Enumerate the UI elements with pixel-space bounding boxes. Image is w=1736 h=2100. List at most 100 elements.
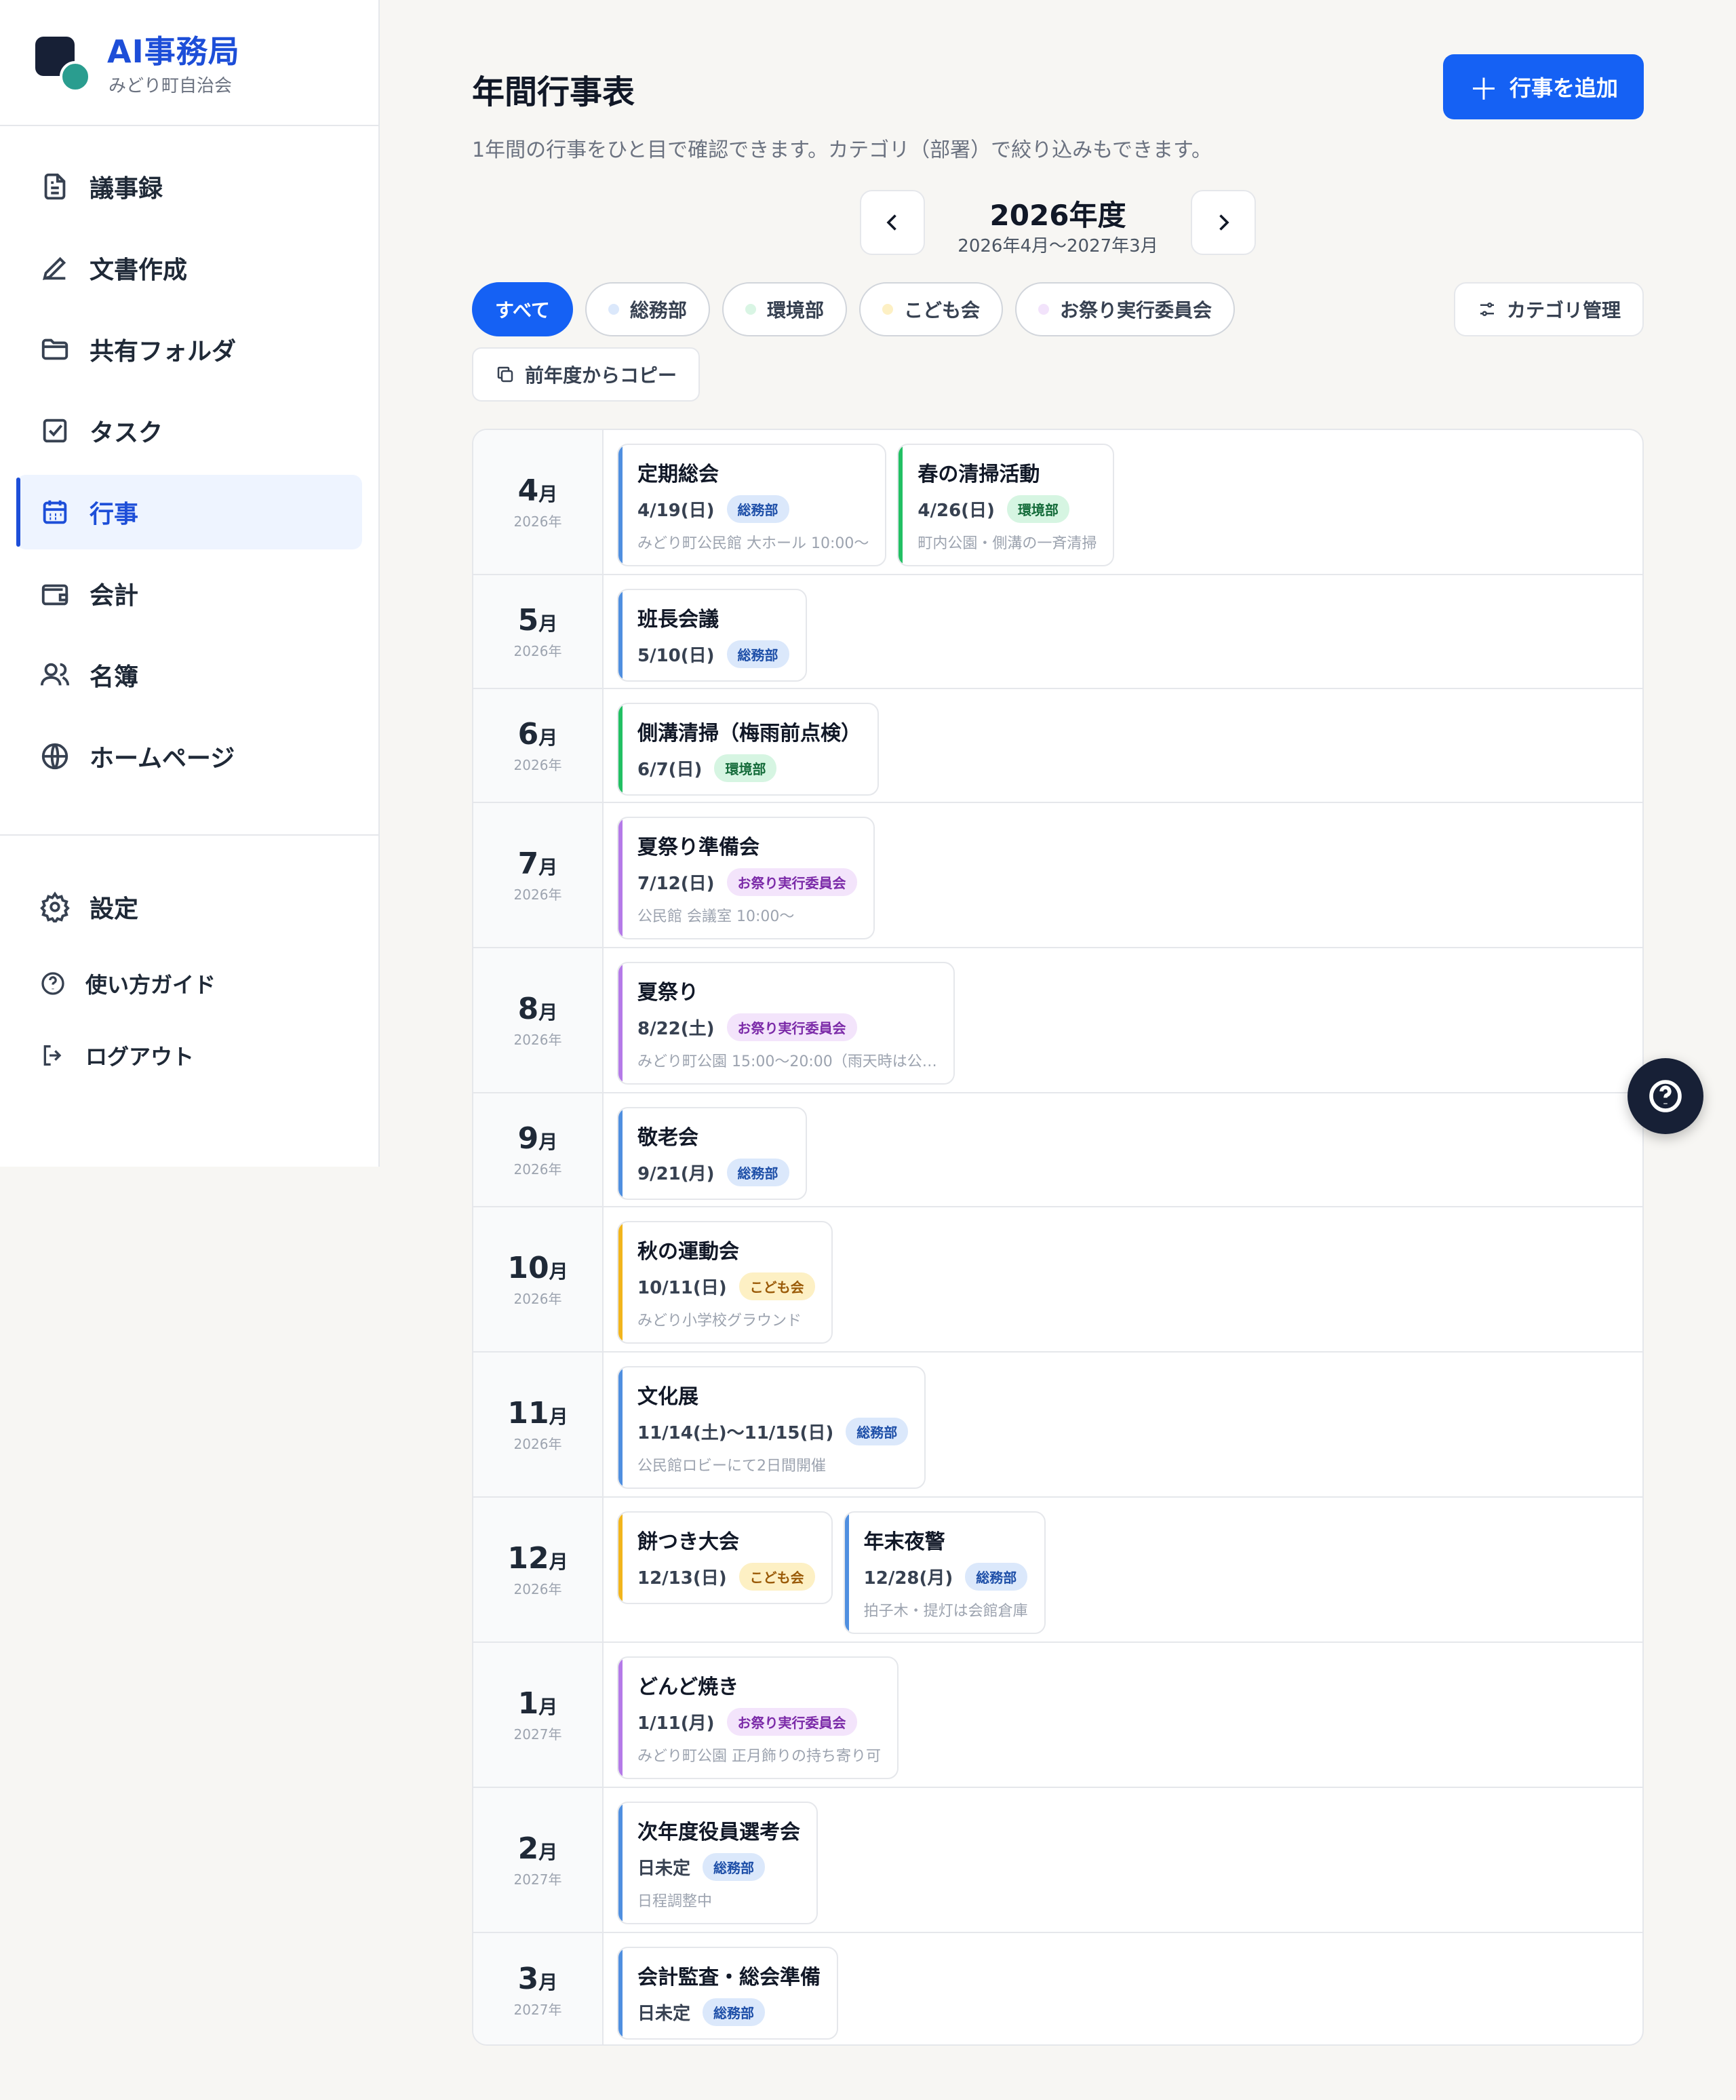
event-meta: 4/26(日) 環境部 [918, 495, 1097, 523]
sidebar-item-logout[interactable]: ログアウト [16, 1023, 362, 1088]
month-unit: 月 [538, 726, 558, 749]
event-card[interactable]: 夏祭り 8/22(土) お祭り実行委員会 みどり町公園 15:00〜20:00（雨天時… [617, 962, 955, 1085]
event-meta: 6/7(日) 環境部 [637, 754, 861, 782]
month-year: 2027年 [513, 1871, 562, 1888]
event-date: 6/7(日) [637, 760, 703, 780]
month-row: 10月 2026年 秋の運動会 10/11(日) こども会 みどり小学校グラウンド [473, 1207, 1642, 1353]
sidebar-item-settings[interactable]: 設定 [16, 870, 362, 944]
month-row: 7月 2026年 夏祭り準備会 7/12(日) お祭り実行委員会 公民館 会議室 10:0… [473, 803, 1642, 948]
month-unit: 月 [549, 1260, 568, 1283]
month-row: 11月 2026年 文化展 11/14(土)〜11/15(日) 総務部 公民館ロビーにて2… [473, 1353, 1642, 1498]
logout-icon [43, 1045, 62, 1066]
help-button[interactable] [1628, 1058, 1703, 1134]
next-year-button[interactable] [1191, 190, 1256, 255]
month-label: 4月 [518, 473, 558, 508]
copy-previous-year-button[interactable]: 前年度からコピー [472, 347, 700, 402]
month-year: 2026年 [513, 887, 562, 903]
category-badge: こども会 [738, 1563, 815, 1591]
category-badge: お祭り実行委員会 [726, 1013, 857, 1041]
copy-previous-year-label: 前年度からコピー [524, 364, 677, 387]
sidebar-item-guide[interactable]: 使い方ガイド [16, 951, 362, 1016]
month-year: 2027年 [513, 2002, 562, 2018]
month-row: 9月 2026年 敬老会 9/21(月) 総務部 [473, 1093, 1642, 1207]
month-number: 12 [507, 1541, 549, 1576]
month-events: 文化展 11/14(土)〜11/15(日) 総務部 公民館ロビーにて2日間開催 [604, 1353, 1642, 1496]
month-cell: 8月 2026年 [473, 948, 604, 1092]
event-card[interactable]: 会計監査・総会準備 日未定 総務部 [617, 1947, 838, 2040]
month-label: 1月 [518, 1686, 558, 1721]
document-icon [44, 173, 66, 200]
category-badge: 総務部 [726, 640, 789, 668]
event-date: 11/14(土)〜11/15(日) [637, 1423, 834, 1443]
sidebar-item-label: タスク [90, 419, 163, 447]
sidebar-item-tasks[interactable]: タスク [16, 393, 362, 468]
event-card[interactable]: 班長会議 5/10(日) 総務部 [617, 589, 807, 682]
event-card[interactable]: 側溝清掃（梅雨前点検） 6/7(日) 環境部 [617, 703, 879, 796]
month-year: 2026年 [513, 643, 562, 659]
event-card[interactable]: 夏祭り準備会 7/12(日) お祭り実行委員会 公民館 会議室 10:00〜 [617, 817, 875, 939]
month-year: 2026年 [513, 1291, 562, 1307]
month-cell: 11月 2026年 [473, 1353, 604, 1496]
month-row: 6月 2026年 側溝清掃（梅雨前点検） 6/7(日) 環境部 [473, 689, 1642, 803]
year-navigation: 2026年度 2026年4月〜2027年3月 [860, 190, 1256, 256]
event-title: 定期総会 [637, 463, 719, 486]
sidebar-nav: 議事録 文書作成 共有フォルダ タスク 行事 会計 名簿 ホームページ 設定 使… [0, 126, 378, 1088]
sidebar-item-label: 使い方ガイド [85, 972, 216, 998]
filter-chip-label: お祭り実行委員会 [1059, 299, 1212, 322]
sidebar-item-events[interactable]: 行事 [16, 475, 362, 549]
add-event-button[interactable]: ＋ 行事を追加 [1443, 54, 1644, 119]
month-row: 4月 2026年 定期総会 4/19(日) 総務部 みどり町公民館 大ホール 10:00〜… [473, 430, 1642, 575]
sidebar-bottom-section: 設定 使い方ガイド ログアウト [0, 834, 378, 1088]
category-badge: 総務部 [965, 1563, 1028, 1591]
sidebar-item-label: 文書作成 [90, 256, 188, 284]
month-cell: 3月 2027年 [473, 1933, 604, 2044]
month-cell: 7月 2026年 [473, 803, 604, 947]
event-title: 班長会議 [637, 608, 719, 631]
event-card[interactable]: 定期総会 4/19(日) 総務部 みどり町公民館 大ホール 10:00〜 [617, 444, 887, 566]
question-circle-icon [1649, 1080, 1682, 1112]
month-number: 4 [517, 473, 539, 508]
event-card[interactable]: 年末夜警 12/28(月) 総務部 拍子木・提灯は会館倉庫 [843, 1511, 1046, 1634]
filter-chip-general-affairs[interactable]: 総務部 [585, 282, 710, 336]
month-unit: 月 [549, 1551, 568, 1573]
category-manage-label: カテゴリ管理 [1506, 299, 1621, 322]
event-date: 12/28(月) [863, 1568, 953, 1589]
filter-chip-label: 総務部 [629, 299, 687, 322]
sidebar-item-shared-folder[interactable]: 共有フォルダ [16, 312, 362, 387]
sidebar-item-roster[interactable]: 名簿 [16, 638, 362, 712]
month-row: 12月 2026年 餅つき大会 12/13(日) こども会 年末夜警 12/28(月) 総務部… [473, 1498, 1642, 1643]
event-card[interactable]: 春の清掃活動 4/26(日) 環境部 町内公園・側溝の一斉清掃 [897, 444, 1115, 566]
month-number: 7 [517, 847, 539, 881]
event-meta: 1/11(月) お祭り実行委員会 [637, 1708, 881, 1736]
app-logo [34, 35, 91, 92]
month-label: 11月 [507, 1396, 568, 1431]
sidebar-item-label: 会計 [90, 582, 139, 610]
event-title: 文化展 [637, 1385, 698, 1409]
month-number: 6 [517, 717, 539, 752]
pen-icon [43, 256, 66, 280]
previous-year-button[interactable] [860, 190, 925, 255]
filter-chip-environment[interactable]: 環境部 [722, 282, 847, 336]
event-card[interactable]: どんど焼き 1/11(月) お祭り実行委員会 みどり町公園 正月飾りの持ち寄り可 [617, 1656, 899, 1779]
month-events: 夏祭り準備会 7/12(日) お祭り実行委員会 公民館 会議室 10:00〜 [604, 803, 1642, 947]
event-card[interactable]: 秋の運動会 10/11(日) こども会 みどり小学校グラウンド [617, 1221, 833, 1344]
sidebar-item-minutes[interactable]: 議事録 [16, 149, 362, 224]
month-cell: 2月 2027年 [473, 1788, 604, 1932]
event-card[interactable]: 次年度役員選考会 日未定 総務部 日程調整中 [617, 1802, 818, 1924]
event-note: みどり小学校グラウンド [637, 1312, 802, 1329]
sidebar-item-homepage[interactable]: ホームページ [16, 719, 362, 794]
month-year: 2026年 [513, 757, 562, 773]
filter-chip-kids[interactable]: こども会 [859, 282, 1003, 336]
event-card[interactable]: 餅つき大会 12/13(日) こども会 [617, 1511, 833, 1604]
filter-chip-all[interactable]: すべて [472, 282, 573, 336]
month-label: 10月 [507, 1251, 568, 1285]
event-meta: 11/14(土)〜11/15(日) 総務部 [637, 1418, 909, 1445]
event-card[interactable]: 文化展 11/14(土)〜11/15(日) 総務部 公民館ロビーにて2日間開催 [617, 1366, 926, 1489]
event-card[interactable]: 敬老会 9/21(月) 総務部 [617, 1107, 807, 1200]
sidebar-item-accounting[interactable]: 会計 [16, 556, 362, 631]
sidebar-item-documents[interactable]: 文書作成 [16, 231, 362, 305]
event-meta: 日未定 総務部 [637, 1998, 821, 2026]
category-badge: 総務部 [726, 495, 789, 523]
filter-chip-festival[interactable]: お祭り実行委員会 [1014, 282, 1235, 336]
category-manage-button[interactable]: カテゴリ管理 [1454, 282, 1644, 336]
